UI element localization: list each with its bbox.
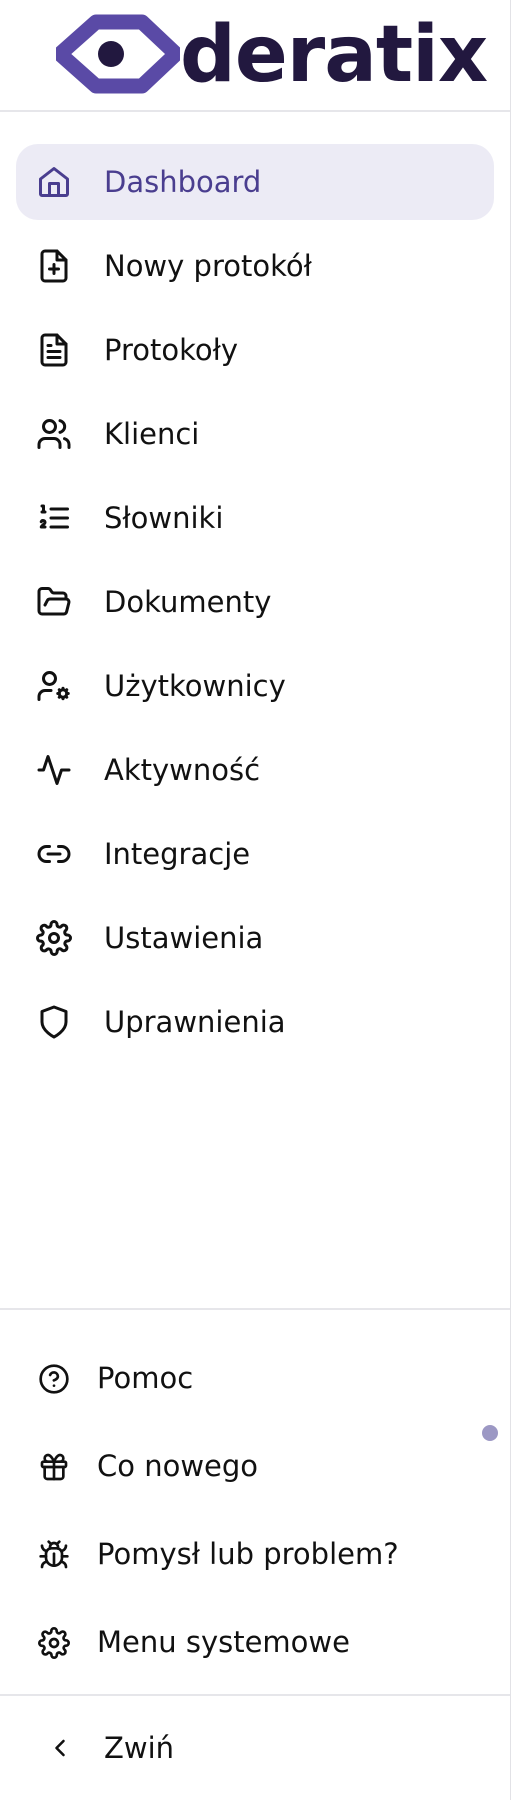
feedback-button[interactable]: Pomysł lub problem? — [16, 1516, 494, 1592]
chevron-left-icon — [46, 1734, 74, 1762]
nav-item-clients[interactable]: Klienci — [16, 396, 494, 472]
link-icon — [36, 836, 72, 872]
shield-icon — [36, 1004, 72, 1040]
nav-item-activity[interactable]: Aktywność — [16, 732, 494, 808]
collapse-sidebar-button[interactable]: Zwiń — [16, 1710, 494, 1786]
users-icon — [36, 416, 72, 452]
help-circle-icon — [38, 1363, 70, 1395]
system-menu-label: Menu systemowe — [97, 1625, 350, 1659]
home-icon — [36, 164, 72, 200]
nav-item-label: Uprawnienia — [104, 1005, 286, 1039]
help-button[interactable]: Pomoc — [16, 1340, 494, 1416]
nav-item-label: Słowniki — [104, 501, 224, 535]
list-ordered-icon — [36, 500, 72, 536]
whats-new-button[interactable]: Co nowego — [16, 1428, 494, 1504]
nav-item-label: Dashboard — [104, 165, 262, 199]
settings-icon — [38, 1627, 70, 1659]
nav-item-users[interactable]: Użytkownicy — [16, 648, 494, 724]
nav-item-integrations[interactable]: Integracje — [16, 816, 494, 892]
feedback-label: Pomysł lub problem? — [97, 1537, 399, 1571]
settings-icon — [36, 920, 72, 956]
folder-open-icon — [36, 584, 72, 620]
eye-logo-icon — [56, 14, 180, 94]
file-text-icon — [36, 332, 72, 368]
nav-item-label: Dokumenty — [104, 585, 272, 619]
activity-icon — [36, 752, 72, 788]
system-menu-button[interactable]: Menu systemowe — [16, 1604, 494, 1680]
notification-dot — [482, 1425, 498, 1441]
nav-item-label: Integracje — [104, 837, 251, 871]
nav-item-settings[interactable]: Ustawienia — [16, 900, 494, 976]
file-plus-icon — [36, 248, 72, 284]
nav-item-documents[interactable]: Dokumenty — [16, 564, 494, 640]
brand-name: deratix — [180, 10, 488, 100]
whats-new-label: Co nowego — [97, 1449, 259, 1483]
nav-item-label: Ustawienia — [104, 921, 264, 955]
header-divider — [0, 110, 510, 112]
bug-icon — [38, 1539, 70, 1571]
gift-icon — [38, 1451, 70, 1483]
nav-item-new-protocol[interactable]: Nowy protokół — [16, 228, 494, 304]
nav-item-label: Nowy protokół — [104, 249, 312, 283]
nav-item-label: Aktywność — [104, 753, 261, 787]
nav-item-label: Klienci — [104, 417, 200, 451]
nav-item-dictionaries[interactable]: Słowniki — [16, 480, 494, 556]
nav-item-protocols[interactable]: Protokoły — [16, 312, 494, 388]
nav-item-permissions[interactable]: Uprawnienia — [16, 984, 494, 1060]
user-cog-icon — [36, 668, 72, 704]
help-label: Pomoc — [97, 1361, 194, 1395]
nav-item-label: Użytkownicy — [104, 669, 286, 703]
collapse-label: Zwiń — [104, 1731, 175, 1765]
collapse-divider — [0, 1694, 510, 1696]
deratix-logo[interactable]: deratix — [56, 10, 488, 100]
nav-item-dashboard[interactable]: Dashboard — [16, 144, 494, 220]
footer-divider — [0, 1308, 510, 1310]
sidebar: deratix Dashboard Nowy protokół Protokoł… — [0, 0, 511, 1800]
nav-item-label: Protokoły — [104, 333, 239, 367]
